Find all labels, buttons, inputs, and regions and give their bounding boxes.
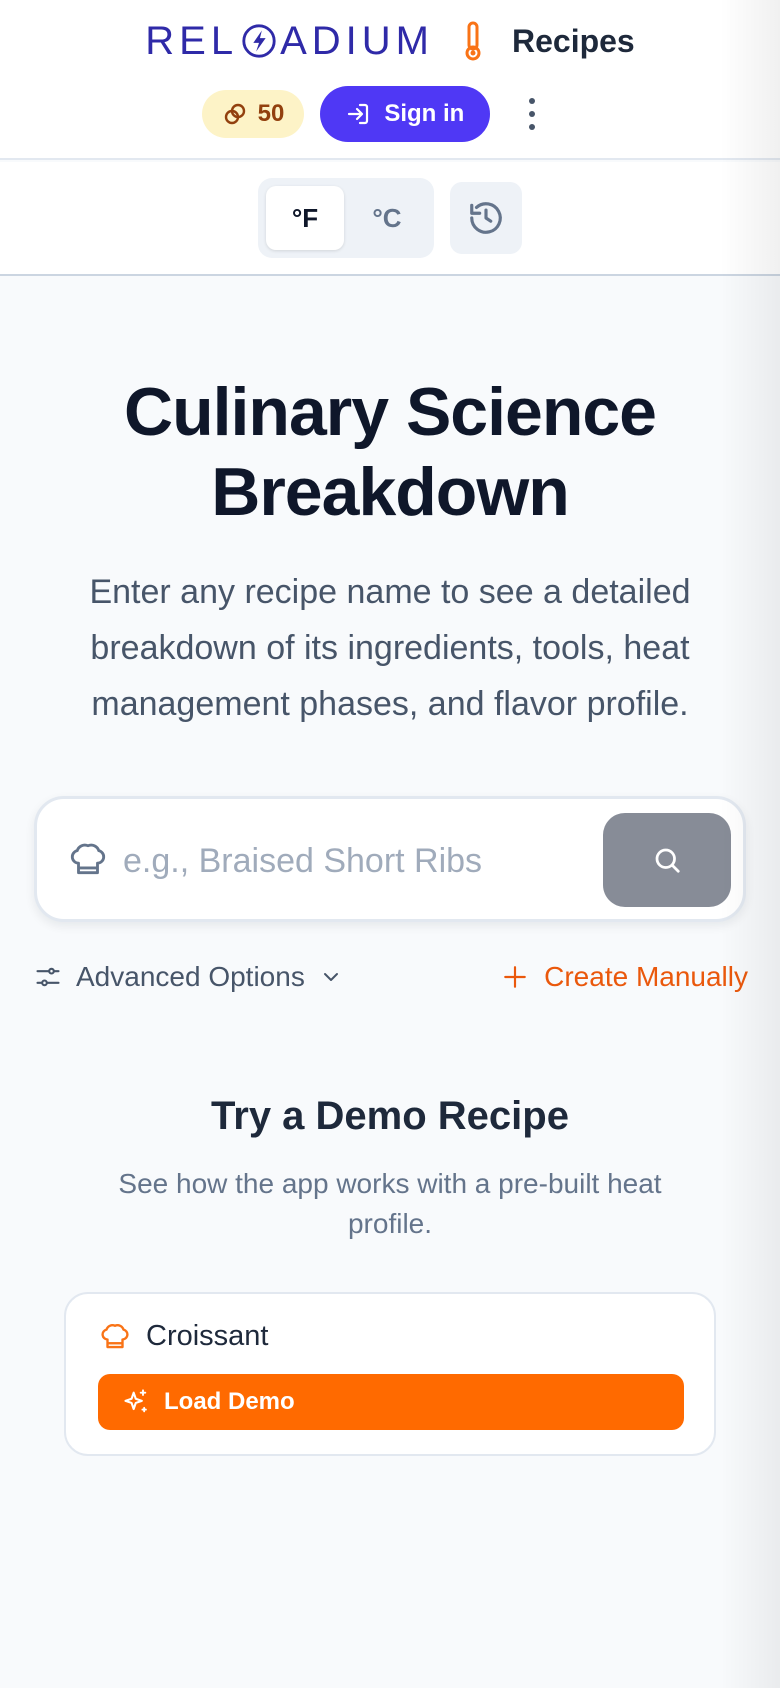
- page-subtitle: Enter any recipe name to see a detailed …: [89, 573, 691, 723]
- demo-card: Croissant Load Demo: [64, 1292, 716, 1456]
- search-button[interactable]: [603, 813, 731, 907]
- app-header: REL ADIUM Recipes 50 Sign in: [0, 0, 780, 160]
- title-line-2: Breakdown: [211, 454, 570, 530]
- bolt-icon: [242, 24, 276, 58]
- advanced-options-toggle[interactable]: Advanced Options: [34, 961, 343, 993]
- toolbar: °F °C: [0, 162, 780, 276]
- logo-text-left: REL: [145, 18, 239, 63]
- sign-in-button[interactable]: Sign in: [320, 86, 491, 142]
- history-button[interactable]: [450, 182, 522, 254]
- unit-celsius-button[interactable]: °C: [348, 186, 426, 250]
- sparkles-icon: [124, 1389, 147, 1413]
- create-manually-button[interactable]: Create Manually: [502, 961, 748, 993]
- unit-fahrenheit-button[interactable]: °F: [266, 186, 344, 250]
- demo-recipe-name: Croissant: [146, 1320, 269, 1352]
- plus-icon: [504, 966, 526, 988]
- sign-in-label: Sign in: [384, 100, 465, 127]
- link-coins-icon: [224, 103, 245, 125]
- brand-label: Recipes: [511, 22, 635, 59]
- options-row: Advanced Options Create Manually: [34, 952, 748, 1002]
- sliders-icon: [36, 967, 60, 987]
- history-icon: [470, 202, 502, 234]
- advanced-options-label: Advanced Options: [76, 961, 305, 992]
- recipe-search-input[interactable]: [123, 829, 523, 893]
- demo-subtitle: See how the app works with a pre-built h…: [118, 1168, 662, 1239]
- credits-count: 50: [257, 100, 285, 127]
- thermometer-icon: [465, 21, 481, 61]
- credits-badge[interactable]: 50: [201, 90, 305, 138]
- kebab-icon[interactable]: [526, 94, 538, 134]
- chevron-down-icon: [323, 973, 338, 981]
- brand-row: REL ADIUM Recipes: [0, 18, 780, 64]
- unit-toggle: °F °C: [258, 178, 434, 258]
- search-icon: [655, 848, 680, 873]
- title-line-1: Culinary Science: [123, 374, 657, 450]
- chef-hat-icon: [101, 1323, 129, 1348]
- load-demo-label: Load Demo: [164, 1388, 295, 1415]
- demo-recipe: Croissant: [100, 1320, 269, 1353]
- load-demo-button[interactable]: Load Demo: [98, 1374, 684, 1430]
- page-title: Culinary Science Breakdown: [0, 372, 780, 532]
- search-box: [34, 796, 746, 922]
- logo-text-right: ADIUM: [280, 18, 434, 63]
- action-row: 50 Sign in: [0, 86, 780, 142]
- demo-title: Try a Demo Recipe: [211, 1094, 569, 1138]
- reloadium-logo[interactable]: REL ADIUM: [145, 18, 434, 64]
- create-manually-label: Create Manually: [544, 961, 748, 992]
- signin-icon: [348, 103, 369, 125]
- chef-hat-icon: [70, 843, 106, 875]
